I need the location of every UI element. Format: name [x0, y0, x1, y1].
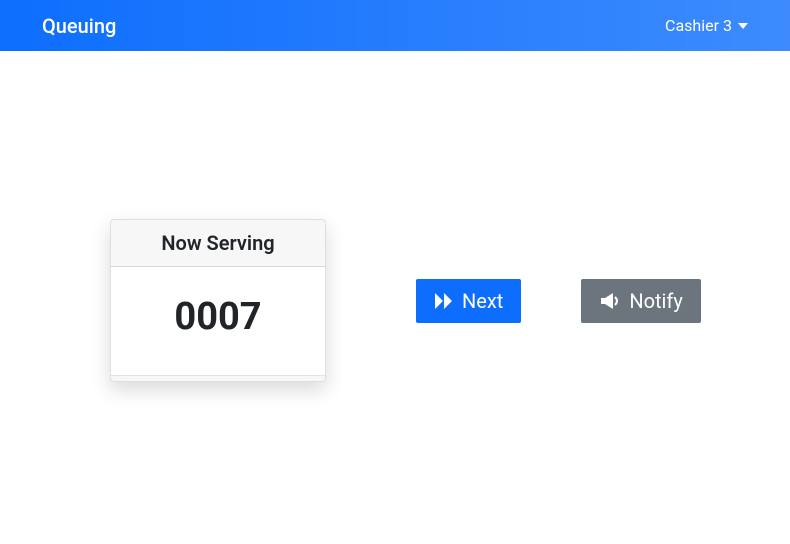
user-dropdown-label: Cashier 3	[665, 16, 732, 35]
serving-number: 0007	[111, 295, 325, 339]
user-dropdown[interactable]: Cashier 3	[665, 16, 748, 35]
navbar: Queuing Cashier 3	[0, 0, 790, 51]
card-body: 0007	[111, 267, 325, 375]
next-button[interactable]: Next	[416, 279, 521, 323]
forward-icon	[434, 292, 454, 310]
app-brand[interactable]: Queuing	[42, 14, 116, 38]
next-button-label: Next	[462, 289, 503, 313]
card-footer	[111, 375, 325, 381]
main-content: Now Serving 0007 Next Notify	[0, 51, 790, 382]
caret-down-icon	[738, 23, 748, 29]
now-serving-card: Now Serving 0007	[110, 219, 326, 382]
buttons-area: Next Notify	[416, 279, 701, 323]
card-header: Now Serving	[111, 220, 325, 267]
bullhorn-icon	[599, 292, 621, 310]
notify-button[interactable]: Notify	[581, 279, 701, 323]
notify-button-label: Notify	[629, 289, 683, 313]
